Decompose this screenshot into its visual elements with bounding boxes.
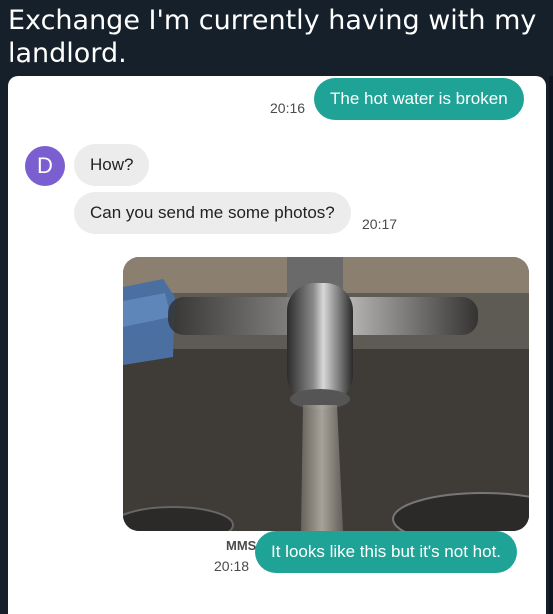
message-bubble-sent[interactable]: The hot water is broken (314, 78, 524, 120)
timestamp: 20:18 (214, 558, 250, 574)
message-bubble-received[interactable]: Can you send me some photos? (74, 192, 351, 234)
message-bubble-sent[interactable]: It looks like this but it's not hot. (255, 531, 518, 573)
mms-photo[interactable] (123, 257, 529, 531)
scrollbar[interactable] (549, 76, 553, 614)
message-bubble-received[interactable]: How? (74, 144, 150, 186)
timestamp: 20:16 (270, 100, 306, 116)
timestamp: 20:17 (362, 216, 398, 232)
mms-label: MMS (226, 538, 257, 553)
message-thread: 20:16 The hot water is broken D How? Can… (8, 76, 546, 614)
contact-avatar[interactable]: D (25, 146, 65, 186)
post-title: Exchange I'm currently having with my la… (8, 5, 537, 69)
faucet-photo-icon (123, 257, 529, 531)
